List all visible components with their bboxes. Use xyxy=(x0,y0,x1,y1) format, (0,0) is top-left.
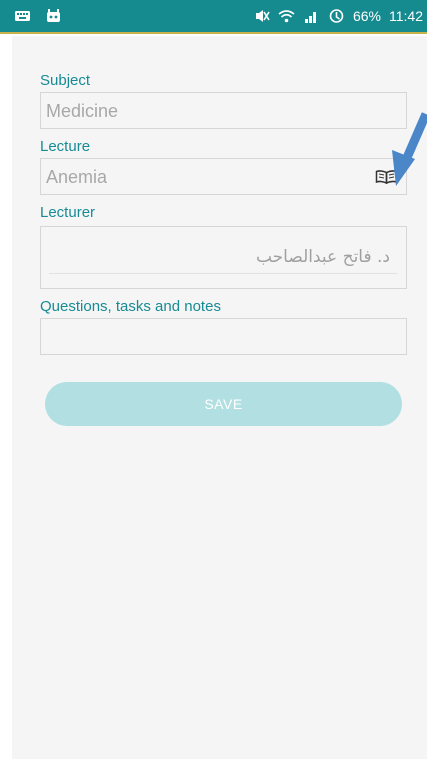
data-saver-icon xyxy=(329,9,344,23)
signal-icon xyxy=(304,12,316,23)
android-icon xyxy=(47,9,60,22)
lecturer-value: د. فاتح عبدالصاحب xyxy=(255,247,390,267)
status-left xyxy=(14,9,62,23)
lecture-field[interactable]: Anemia xyxy=(40,158,407,195)
save-button[interactable]: SAVE xyxy=(45,382,402,426)
lecture-label: Lecture xyxy=(40,138,91,155)
notes-label: Questions, tasks and notes xyxy=(40,298,221,315)
lecturer-field[interactable]: د. فاتح عبدالصاحب xyxy=(40,226,407,289)
subject-field[interactable]: Medicine xyxy=(40,92,407,129)
status-bar: 66% 11:42 xyxy=(0,0,427,34)
lecturer-label: Lecturer xyxy=(40,204,96,221)
wifi-icon xyxy=(278,10,295,23)
keyboard-icon xyxy=(15,11,30,21)
form-container: Subject Medicine Lecture Anemia Lecturer… xyxy=(12,36,427,759)
notes-field[interactable] xyxy=(40,318,407,355)
status-right: 66% 11:42 xyxy=(253,8,423,24)
annotation-arrow xyxy=(392,112,427,186)
app-screen: 66% 11:42 Subject Medicine Lecture Anemi… xyxy=(0,0,427,759)
clock: 11:42 xyxy=(389,8,423,24)
subject-value: Medicine xyxy=(46,101,119,121)
subject-label: Subject xyxy=(40,72,91,89)
battery-percentage: 66% xyxy=(352,8,381,24)
mute-icon xyxy=(255,10,270,22)
lecturer-underline xyxy=(49,273,398,274)
lecture-value: Anemia xyxy=(46,167,108,187)
